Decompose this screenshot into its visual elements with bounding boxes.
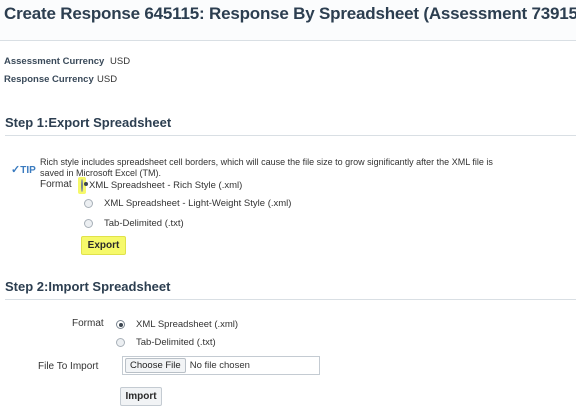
response-by-spreadsheet-page: Create Response 645115: Response By Spre… <box>0 0 576 408</box>
step1-heading: Step 1:Export Spreadsheet <box>5 115 172 130</box>
step1-divider <box>5 135 576 136</box>
radio-unselected-icon[interactable] <box>84 219 93 228</box>
step2-heading: Step 2:Import Spreadsheet <box>5 279 171 294</box>
export-option-rich-style[interactable]: XML Spreadsheet - Rich Style (.xml) <box>78 177 243 194</box>
step2-divider <box>5 299 576 300</box>
response-currency-value: USD <box>97 74 118 85</box>
import-option-label: Tab-Delimited (.txt) <box>136 337 216 348</box>
import-option-tab-delimited[interactable]: Tab-Delimited (.txt) <box>116 337 216 348</box>
choose-file-button[interactable]: Choose File <box>125 358 186 373</box>
header-divider <box>0 40 576 41</box>
import-button[interactable]: Import <box>120 387 162 406</box>
export-option-label: XML Spreadsheet - Rich Style (.xml) <box>89 180 243 191</box>
assessment-currency-value: USD <box>110 56 131 67</box>
export-format-label: Format <box>40 179 72 190</box>
import-option-label: XML Spreadsheet (.xml) <box>136 319 239 330</box>
import-format-label: Format <box>72 318 104 329</box>
page-header: Create Response 645115: Response By Spre… <box>0 0 576 40</box>
file-to-import-label: File To Import <box>38 361 99 372</box>
tip-icon: ✓TIP <box>11 164 36 176</box>
page-title: Create Response 645115: Response By Spre… <box>4 4 576 23</box>
export-option-label: XML Spreadsheet - Light-Weight Style (.x… <box>104 198 292 209</box>
radio-unselected-icon[interactable] <box>116 338 125 347</box>
highlight-marker <box>78 177 86 194</box>
export-option-label: Tab-Delimited (.txt) <box>104 218 184 229</box>
export-option-light-weight[interactable]: XML Spreadsheet - Light-Weight Style (.x… <box>84 198 291 209</box>
radio-selected-icon[interactable] <box>116 320 125 329</box>
no-file-chosen-text: No file chosen <box>189 360 250 371</box>
import-option-xml[interactable]: XML Spreadsheet (.xml) <box>116 319 238 330</box>
file-input[interactable]: Choose File No file chosen <box>122 356 320 375</box>
tip-text-line1: Rich style includes spreadsheet cell bor… <box>40 157 493 167</box>
export-button[interactable]: Export <box>81 236 126 255</box>
assessment-currency-label: Assessment Currency <box>4 56 105 67</box>
radio-unselected-icon[interactable] <box>84 199 93 208</box>
radio-selected-icon[interactable] <box>81 179 83 192</box>
tip-label: TIP <box>20 165 36 176</box>
response-currency-label: Response Currency <box>4 74 94 85</box>
export-option-tab-delimited[interactable]: Tab-Delimited (.txt) <box>84 218 184 229</box>
